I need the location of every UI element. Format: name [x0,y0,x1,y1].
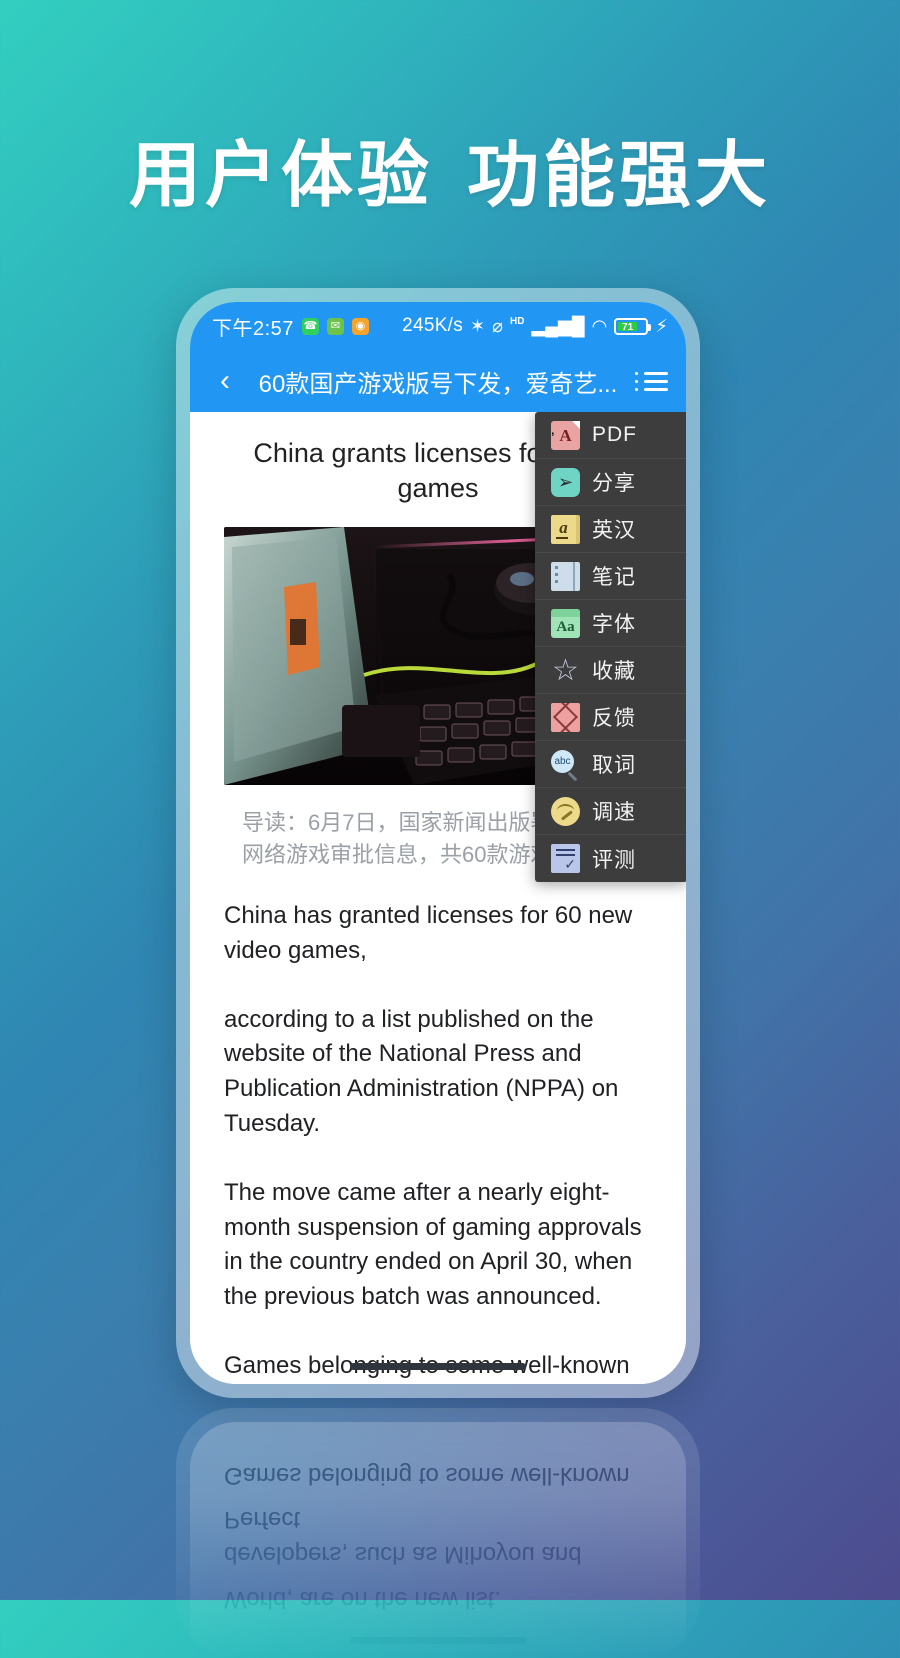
menu-item-feedback[interactable]: 反馈 [535,694,686,741]
notebook-icon [551,561,580,591]
page-title: 用户体验 功能强大 [0,116,900,221]
menu-item-share[interactable]: ➢ 分享 [535,459,686,506]
phone-mockup: 下午2:57 ☎ ✉ ◉ 245K/s ✶ ⌀ HD ▂▄▆█ ◠ 71 ⚡ ‹… [176,288,700,1398]
menu-item-label: 反馈 [592,707,636,730]
article-content: China grants licenses for video games 导读… [190,412,686,1384]
menu-item-font[interactable]: Aa 字体 [535,600,686,647]
reflection-line: Games belonging to some well-known [224,1461,630,1489]
menu-item-pdf[interactable]: A PDF [535,412,686,459]
whatsapp-icon: ☎ [301,317,319,335]
menu-list-icon[interactable] [634,371,668,391]
font-icon: Aa [551,608,580,638]
status-bar: 下午2:57 ☎ ✉ ◉ 245K/s ✶ ⌀ HD ▂▄▆█ ◠ 71 ⚡ [190,302,686,350]
menu-item-label: 分享 [592,472,636,495]
home-indicator [350,1363,526,1370]
star-icon: ☆ [552,652,579,688]
menu-item-label: PDF [592,423,637,446]
battery-icon: 71 [614,317,652,335]
menu-item-dictionary[interactable]: a 英汉 [535,506,686,553]
mute-icon: ⌀ [492,315,503,336]
article-paragraph: according to a list published on the web… [224,1005,619,1138]
status-bar-left: 下午2:57 ☎ ✉ ◉ [212,312,369,341]
back-button[interactable]: ‹ [208,366,242,396]
menu-item-label: 笔记 [592,566,636,589]
battery-level: 71 [618,321,637,333]
signal-icon: ▂▄▆█ [531,315,585,336]
mail-icon: ✉ [326,317,344,335]
menu-item-label: 字体 [592,613,636,636]
reflection-line: developers, such as Mihoyou and Perfect [224,1506,582,1569]
reflection-line: World, are on the new list. [224,1586,502,1613]
bluetooth-icon: ✶ [470,315,486,336]
speed-icon [551,796,580,826]
hd-icon: HD [509,315,525,327]
clock: 下午2:57 [212,317,294,340]
article-paragraph: China has granted licenses for 60 new vi… [224,902,633,964]
article-body: China has granted licenses for 60 new vi… [190,869,686,1384]
menu-item-label: 取词 [592,754,636,777]
status-bar-right: 245K/s ✶ ⌀ HD ▂▄▆█ ◠ 71 ⚡ [402,315,668,337]
dictionary-icon: a [551,514,580,544]
feedback-icon [551,702,580,732]
menu-item-speed[interactable]: 调速 [535,788,686,835]
review-icon [551,844,580,873]
menu-item-favorite[interactable]: ☆ 收藏 [535,647,686,694]
menu-item-label: 英汉 [592,519,636,542]
app-title-bar: ‹ 60款国产游戏版号下发，爱奇艺... [190,350,686,412]
wifi-icon: ◠ [591,315,608,336]
word-lookup-icon: abc [551,749,580,779]
phone-screen: 下午2:57 ☎ ✉ ◉ 245K/s ✶ ⌀ HD ▂▄▆█ ◠ 71 ⚡ ‹… [190,302,686,1384]
phone-reflection: World, are on the new list. developers, … [176,1408,700,1658]
menu-item-word-lookup[interactable]: abc 取词 [535,741,686,788]
reader-icon: ◉ [351,317,369,335]
reflection-home-indicator [350,1637,526,1644]
app-title: 60款国产游戏版号下发，爱奇艺... [258,370,618,398]
menu-item-label: 调速 [592,801,636,824]
network-speed: 245K/s [402,315,464,336]
pdf-icon: A [551,420,580,450]
share-icon: ➢ [551,467,580,497]
charging-icon: ⚡ [655,315,668,336]
menu-item-review[interactable]: 评测 [535,835,686,882]
menu-item-notebook[interactable]: 笔记 [535,553,686,600]
menu-item-label: 评测 [592,848,636,872]
article-paragraph: The move came after a nearly eight-month… [224,1178,642,1311]
menu-item-label: 收藏 [592,660,636,683]
headline-part-2: 功能强大 [467,133,772,217]
reflection-screen: World, are on the new list. developers, … [190,1422,686,1658]
headline-part-1: 用户体验 [128,133,433,217]
context-menu: A PDF ➢ 分享 a 英汉 笔记 Aa 字体 [535,412,686,882]
